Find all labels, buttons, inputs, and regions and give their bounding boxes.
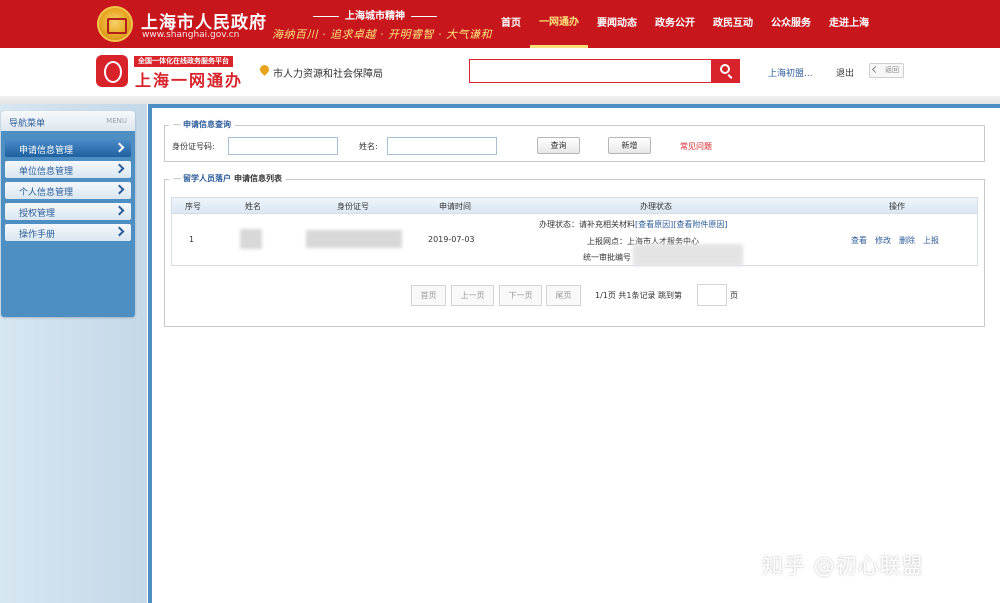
nav-interaction[interactable]: 政民互动 [704,0,762,48]
logout-link[interactable]: 退出 [836,66,854,79]
faq-link[interactable]: 常见问题 [680,141,712,152]
pager-unit: 页 [730,291,738,300]
search-icon [720,64,730,74]
name-label: 姓名: [359,142,378,151]
sidebar-item-label: 单位信息管理 [19,167,74,177]
sidebar-item-manual[interactable]: 操作手册 [5,224,131,241]
city-spirit-title: 上海城市精神 [305,7,445,22]
redacted-approval-number [633,244,743,266]
nav-menu: 导航菜单 MENU 申请信息管理 单位信息管理 个人信息管理 授权管理 操作手册 [1,111,135,317]
sidebar-item-unit-info[interactable]: 单位信息管理 [5,161,131,178]
gov-top-bar: 上海市人民政府 www.shanghai.gov.cn 上海城市精神 海纳百川 … [0,0,1000,48]
id-number-label: 身份证号码: [172,142,215,151]
nav-menu-title: 导航菜单 [9,119,46,129]
pager-prev-button[interactable]: 上一页 [451,285,494,306]
view-reason-link[interactable]: [查看原因] [635,220,673,229]
sidebar-item-personal-info[interactable]: 个人信息管理 [5,182,131,199]
pager-last-button[interactable]: 尾页 [546,285,581,306]
sidebar-item-label: 申请信息管理 [19,146,74,156]
col-status: 办理状态 [640,202,672,211]
nav-about-shanghai[interactable]: 走进上海 [820,0,878,48]
department-name: 市人力资源和社会保障局 [273,69,383,80]
chevron-right-icon [114,184,125,195]
platform-header: 全国一体化在线政务服务平台 上海一网通办 市人力资源和社会保障局 上海初盟...… [0,48,1000,96]
status-text: 办理状态：请补充相关材料 [539,220,635,229]
application-table: 序号 姓名 身份证号 申请时间 办理状态 操作 [171,197,978,266]
sidebar-item-label: 授权管理 [19,209,56,219]
pager-first-button[interactable]: 首页 [411,285,446,306]
gov-site-url: www.shanghai.gov.cn [142,30,240,40]
redacted-id-number [306,230,402,248]
chevron-right-icon [114,163,125,174]
delete-button[interactable]: 删除 [899,235,915,246]
name-input[interactable] [387,137,497,155]
col-index: 序号 [185,202,201,211]
sidebar-item-label: 操作手册 [19,230,56,240]
col-name: 姓名 [245,202,261,211]
table-header: 序号 姓名 身份证号 申请时间 办理状态 操作 [172,198,977,214]
report-button[interactable]: 上报 [923,235,939,246]
location-pin-icon [258,63,271,76]
pager-summary: 1/1页 共1条记录 跳到第 [595,291,683,300]
chevron-right-icon [114,142,125,153]
sidebar-item-authorization[interactable]: 授权管理 [5,203,131,220]
application-list-title: 留学人员落户申请信息列表 [169,173,286,184]
chevron-right-icon [114,226,125,237]
current-user[interactable]: 上海初盟... [768,66,813,79]
top-navigation: 首页 一网通办 要闻动态 政务公开 政民互动 公众服务 走进上海 [492,0,878,48]
sidebar-item-application-info[interactable]: 申请信息管理 [5,140,131,157]
edit-button[interactable]: 修改 [875,235,891,246]
nav-menu-header: 导航菜单 MENU [1,111,135,131]
view-attachment-reason-link[interactable]: [查看附件原因] [673,220,727,229]
chevron-right-icon [114,205,125,216]
platform-logo-icon[interactable] [96,55,128,87]
pager-next-button[interactable]: 下一页 [499,285,542,306]
list-title-prefix: 留学人员落户 [183,174,231,183]
col-id-number: 身份证号 [337,202,369,211]
nav-one-netcom[interactable]: 一网通办 [530,0,588,48]
redacted-name [240,229,262,249]
col-apply-time: 申请时间 [439,202,471,211]
view-button[interactable]: 查看 [851,235,867,246]
city-spirit-text: 海纳百川 · 追求卓越 · 开明睿智 · 大气谦和 [272,28,492,41]
nav-menu-title-en: MENU [106,117,127,125]
page-jump-input[interactable] [697,284,727,306]
sidebar-item-label: 个人信息管理 [19,188,74,198]
nav-gov-open[interactable]: 政务公开 [646,0,704,48]
row-status: 办理状态：请补充相关材料[查看原因][查看附件原因] [539,219,728,230]
row-apply-date: 2019-07-03 [428,235,475,244]
nav-home[interactable]: 首页 [492,0,530,48]
row-index: 1 [189,235,195,244]
query-section-title: 申请信息查询 [169,119,235,130]
nav-public-service[interactable]: 公众服务 [762,0,820,48]
add-button[interactable]: 新增 [608,137,651,154]
platform-slogan: 全国一体化在线政务服务平台 [134,56,233,67]
query-button[interactable]: 查询 [537,137,580,154]
site-search-input[interactable] [469,59,711,83]
platform-name[interactable]: 上海一网通办 [135,67,243,91]
header-divider [0,96,1000,104]
sidebar: 导航菜单 MENU 申请信息管理 单位信息管理 个人信息管理 授权管理 操作手册 [0,104,147,603]
id-number-input[interactable] [228,137,338,155]
watermark: 知乎 @初心联盟 [762,554,924,578]
list-title-main: 申请信息列表 [234,174,282,183]
col-actions: 操作 [889,202,905,211]
gov-emblem-icon[interactable] [97,6,133,42]
row-approval-number-label: 统一审批编号 [583,253,631,262]
nav-news[interactable]: 要闻动态 [588,0,646,48]
